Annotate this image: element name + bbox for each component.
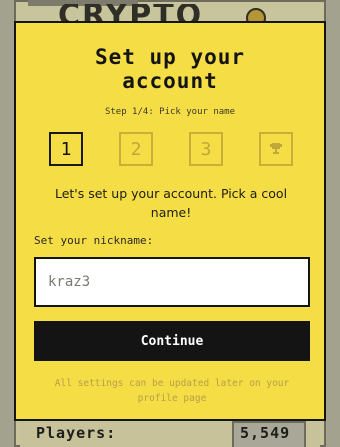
- step-4: [259, 132, 293, 166]
- intro-text: Let's set up your account. Pick a cool n…: [54, 186, 288, 220]
- modal-title: Set up your account: [94, 45, 246, 93]
- players-count: 5,549: [240, 424, 291, 442]
- continue-button[interactable]: Continue: [34, 321, 310, 361]
- setup-account-modal: Set up your account Step 1/4: Pick your …: [14, 21, 326, 421]
- step-progress: 1 2 3: [49, 132, 293, 168]
- players-label: Players:: [36, 424, 117, 442]
- trophy-icon: [270, 143, 282, 154]
- step-3: 3: [189, 132, 223, 166]
- nickname-input[interactable]: [34, 257, 310, 307]
- settings-footnote: All settings can be updated later on you…: [54, 378, 290, 404]
- step-2: 2: [119, 132, 153, 166]
- step-1: 1: [49, 132, 83, 166]
- nickname-label: Set your nickname:: [34, 234, 154, 247]
- step-indicator-label: Step 1/4: Pick your name: [104, 107, 236, 117]
